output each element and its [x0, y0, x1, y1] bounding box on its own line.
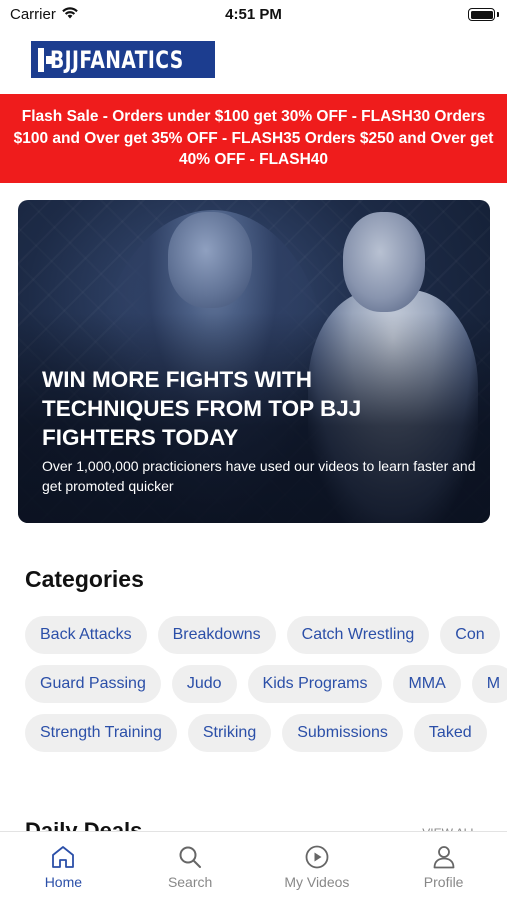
category-chip[interactable]: Submissions — [282, 714, 403, 752]
tab-label: Search — [167, 874, 213, 890]
daily-deals-heading: Daily Deals — [25, 818, 143, 832]
tab-search[interactable]: Search — [127, 832, 254, 900]
home-icon — [52, 846, 75, 868]
hero-subtitle: Over 1,000,000 practicioners have used o… — [42, 458, 476, 494]
user-icon — [433, 846, 455, 869]
logo-mark-icon — [38, 47, 54, 72]
category-chip[interactable]: MMA — [393, 665, 461, 703]
category-chip[interactable]: Con — [440, 616, 500, 654]
hero-banner[interactable]: WIN MORE FIGHTS WITH TECHNIQUES FROM TOP… — [18, 200, 490, 523]
tab-label: My Videos — [284, 874, 350, 890]
bottom-tab-bar: Home Search My Videos Profile — [0, 831, 507, 900]
category-chip[interactable]: Guard Passing — [25, 665, 161, 703]
category-chip[interactable]: Kids Programs — [247, 665, 383, 703]
category-chip[interactable]: Back Attacks — [25, 616, 147, 654]
play-circle-icon — [305, 845, 329, 869]
tab-profile[interactable]: Profile — [380, 832, 507, 900]
category-chip[interactable]: Judo — [171, 665, 237, 703]
category-row-2: Guard Passing Judo Kids Programs MMA M — [25, 665, 507, 703]
category-row-1: Back Attacks Breakdowns Catch Wrestling … — [25, 616, 500, 654]
battery-icon — [468, 8, 495, 21]
status-time: 4:51 PM — [225, 6, 282, 23]
category-row-3: Strength Training Striking Submissions T… — [25, 714, 487, 752]
status-bar: Carrier 4:51 PM — [0, 0, 507, 30]
category-chip[interactable]: Taked — [413, 714, 487, 752]
tab-label: Home — [44, 874, 83, 890]
category-chip[interactable]: Striking — [187, 714, 272, 752]
logo-text: BJJFANATICS — [50, 45, 184, 74]
tab-my-videos[interactable]: My Videos — [254, 832, 381, 900]
brand-logo[interactable]: BJJFANATICS — [31, 41, 215, 78]
hero-title: WIN MORE FIGHTS WITH TECHNIQUES FROM TOP… — [42, 367, 362, 450]
category-chip[interactable]: Strength Training — [25, 714, 177, 752]
categories-heading: Categories — [25, 566, 144, 592]
search-icon — [179, 846, 202, 868]
tab-label: Profile — [423, 874, 464, 890]
flash-sale-banner[interactable]: Flash Sale - Orders under $100 get 30% O… — [0, 94, 507, 183]
category-chip[interactable]: M — [471, 665, 507, 703]
category-chip[interactable]: Breakdowns — [157, 616, 276, 654]
tab-home[interactable]: Home — [0, 832, 127, 900]
category-chip[interactable]: Catch Wrestling — [286, 616, 430, 654]
